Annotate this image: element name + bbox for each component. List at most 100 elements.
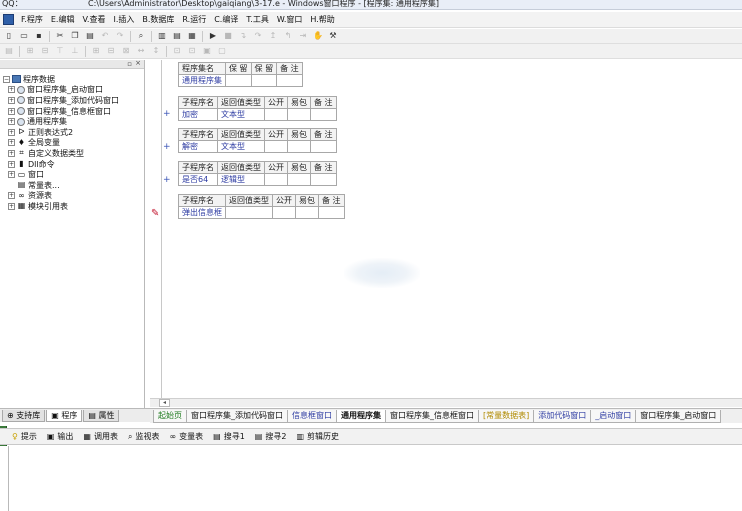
output-area[interactable] <box>0 446 742 511</box>
collapse-icon[interactable]: − <box>3 75 10 83</box>
return-type-cell[interactable] <box>225 206 273 219</box>
table-cell[interactable] <box>295 206 319 219</box>
tab-clip-history[interactable]: ▥ 剪辑历史 <box>296 431 339 442</box>
expand-subroutine-icon[interactable]: + <box>163 143 171 152</box>
v-spacing-icon[interactable]: ↕ <box>150 45 162 57</box>
layout2-icon[interactable]: ▤ <box>171 30 183 42</box>
expand-icon[interactable]: + <box>8 160 15 168</box>
menu-insert[interactable]: I.插入 <box>109 14 138 25</box>
subroutine-table[interactable]: 子程序名 返回值类型 公开 易包 备 注 加密 文本型 <box>178 96 337 121</box>
table-cell[interactable] <box>310 108 337 121</box>
return-type-cell[interactable]: 文本型 <box>217 140 265 153</box>
tab-search1[interactable]: ▤ 搜寻1 <box>213 431 245 442</box>
return-type-cell[interactable]: 文本型 <box>217 108 265 121</box>
tab-program[interactable]: ▣ 程序 <box>46 409 83 422</box>
tab-variables[interactable]: ∞ 变量表 <box>169 431 203 442</box>
subroutine-name-cell[interactable]: 弹出信息框 <box>178 206 226 219</box>
bring-front-icon[interactable]: ▣ <box>201 45 213 57</box>
tab-tips[interactable]: ♀ 提示 <box>12 431 37 442</box>
subroutine-table[interactable]: 子程序名 返回值类型 公开 易包 备 注 弹出信息框 <box>178 194 345 219</box>
menu-edit[interactable]: E.编辑 <box>47 14 79 25</box>
menu-compile[interactable]: C.编译 <box>210 14 242 25</box>
expand-icon[interactable]: + <box>8 96 15 104</box>
expand-icon[interactable]: + <box>8 128 15 136</box>
same-height-icon[interactable]: ⊟ <box>105 45 117 57</box>
table-cell[interactable] <box>287 173 311 186</box>
align-top-icon[interactable]: ⊤ <box>54 45 66 57</box>
tab-start-page[interactable]: 起始页 <box>153 409 187 423</box>
subroutine-name-cell[interactable]: 是否64 <box>178 173 218 186</box>
tab-constant-table[interactable]: [常量数据表] <box>478 409 535 423</box>
table-cell[interactable] <box>318 206 345 219</box>
tab-common-assembly[interactable]: 通用程序集 <box>336 409 386 423</box>
table-cell[interactable] <box>287 108 311 121</box>
align-left-icon[interactable]: ▤ <box>3 45 15 57</box>
expand-icon[interactable]: + <box>8 149 15 157</box>
same-width-icon[interactable]: ⊞ <box>90 45 102 57</box>
tab-call-stack[interactable]: ▦ 调用表 <box>83 431 118 442</box>
expand-icon[interactable]: + <box>8 202 15 210</box>
table-cell[interactable] <box>310 140 337 153</box>
close-icon[interactable]: × <box>135 59 141 67</box>
h-spacing-icon[interactable]: ↔ <box>135 45 147 57</box>
tree-item[interactable]: + 窗口程序集_启动窗口 <box>3 85 144 96</box>
expand-icon[interactable]: + <box>8 139 15 147</box>
menu-window[interactable]: W.窗口 <box>273 14 307 25</box>
tree-item[interactable]: + ♦ 全局变量 <box>3 138 144 149</box>
expand-icon[interactable]: + <box>8 118 15 126</box>
subroutine-name-cell[interactable]: 加密 <box>178 108 218 121</box>
tree-item[interactable]: + 窗口程序集_信息框窗口 <box>3 106 144 117</box>
expand-subroutine-icon[interactable]: + <box>163 176 171 185</box>
tab-info-box-window[interactable]: 信息框窗口 <box>287 409 337 423</box>
step-out-icon[interactable]: ↥ <box>267 30 279 42</box>
undo-icon[interactable]: ↶ <box>99 30 111 42</box>
table-cell[interactable] <box>287 140 311 153</box>
table-cell[interactable] <box>264 173 288 186</box>
redo-icon[interactable]: ↷ <box>114 30 126 42</box>
expand-subroutine-icon[interactable]: + <box>163 110 171 119</box>
tab-startup-window-assembly[interactable]: 窗口程序集_启动窗口 <box>635 409 722 423</box>
tree-item[interactable]: + ▭ 窗口 <box>3 169 144 180</box>
menu-program[interactable]: F.程序 <box>17 14 47 25</box>
tab-info-box-window-assembly[interactable]: 窗口程序集_信息框窗口 <box>385 409 479 423</box>
center-v-icon[interactable]: ⊡ <box>186 45 198 57</box>
menu-tools[interactable]: T.工具 <box>242 14 272 25</box>
return-type-cell[interactable]: 逻辑型 <box>217 173 265 186</box>
app-icon[interactable] <box>3 14 14 25</box>
scroll-left-icon[interactable]: ◂ <box>159 399 170 407</box>
tree-item[interactable]: + ᐅ 正则表达式2 <box>3 127 144 138</box>
expand-icon[interactable]: + <box>8 86 15 94</box>
tab-search2[interactable]: ▤ 搜寻2 <box>255 431 287 442</box>
layout1-icon[interactable]: ▥ <box>156 30 168 42</box>
assembly-name-cell[interactable]: 通用程序集 <box>178 74 226 87</box>
table-cell[interactable] <box>276 74 303 87</box>
tree-root[interactable]: − 程序数据 <box>3 74 144 85</box>
open-file-icon[interactable]: ▭ <box>18 30 30 42</box>
tab-add-code-window[interactable]: 添加代码窗口 <box>533 409 592 423</box>
tree-item[interactable]: + 通用程序集 <box>3 116 144 127</box>
same-size-icon[interactable]: ⊠ <box>120 45 132 57</box>
pin-icon[interactable]: ▫ <box>127 60 132 68</box>
align-center-icon[interactable]: ⊞ <box>24 45 36 57</box>
copy-icon[interactable]: ❐ <box>69 30 81 42</box>
cut-icon[interactable]: ✂ <box>54 30 66 42</box>
tree-item[interactable]: ▤ 常量表... <box>3 180 144 191</box>
tab-watch[interactable]: ⌕ 监视表 <box>128 431 159 442</box>
menu-view[interactable]: V.查看 <box>78 14 109 25</box>
subroutine-table[interactable]: 子程序名 返回值类型 公开 易包 备 注 解密 文本型 <box>178 128 337 153</box>
send-back-icon[interactable]: ▢ <box>216 45 228 57</box>
stop-icon[interactable]: ■ <box>222 30 234 42</box>
run-to-icon[interactable]: ⇥ <box>297 30 309 42</box>
save-file-icon[interactable]: ▪ <box>33 30 45 42</box>
align-right-icon[interactable]: ⊟ <box>39 45 51 57</box>
align-middle-icon[interactable]: ⊥ <box>69 45 81 57</box>
table-cell[interactable] <box>272 206 296 219</box>
tab-properties[interactable]: ▤ 属性 <box>83 409 120 422</box>
menu-database[interactable]: B.数据库 <box>138 14 178 25</box>
menu-help[interactable]: H.帮助 <box>306 14 338 25</box>
expand-icon[interactable]: + <box>8 107 15 115</box>
new-file-icon[interactable]: ▯ <box>3 30 15 42</box>
step-over-icon[interactable]: ↷ <box>252 30 264 42</box>
tree-item[interactable]: + ⌗ 自定义数据类型 <box>3 148 144 159</box>
subroutine-table[interactable]: 子程序名 返回值类型 公开 易包 备 注 是否64 逻辑型 <box>178 161 337 186</box>
